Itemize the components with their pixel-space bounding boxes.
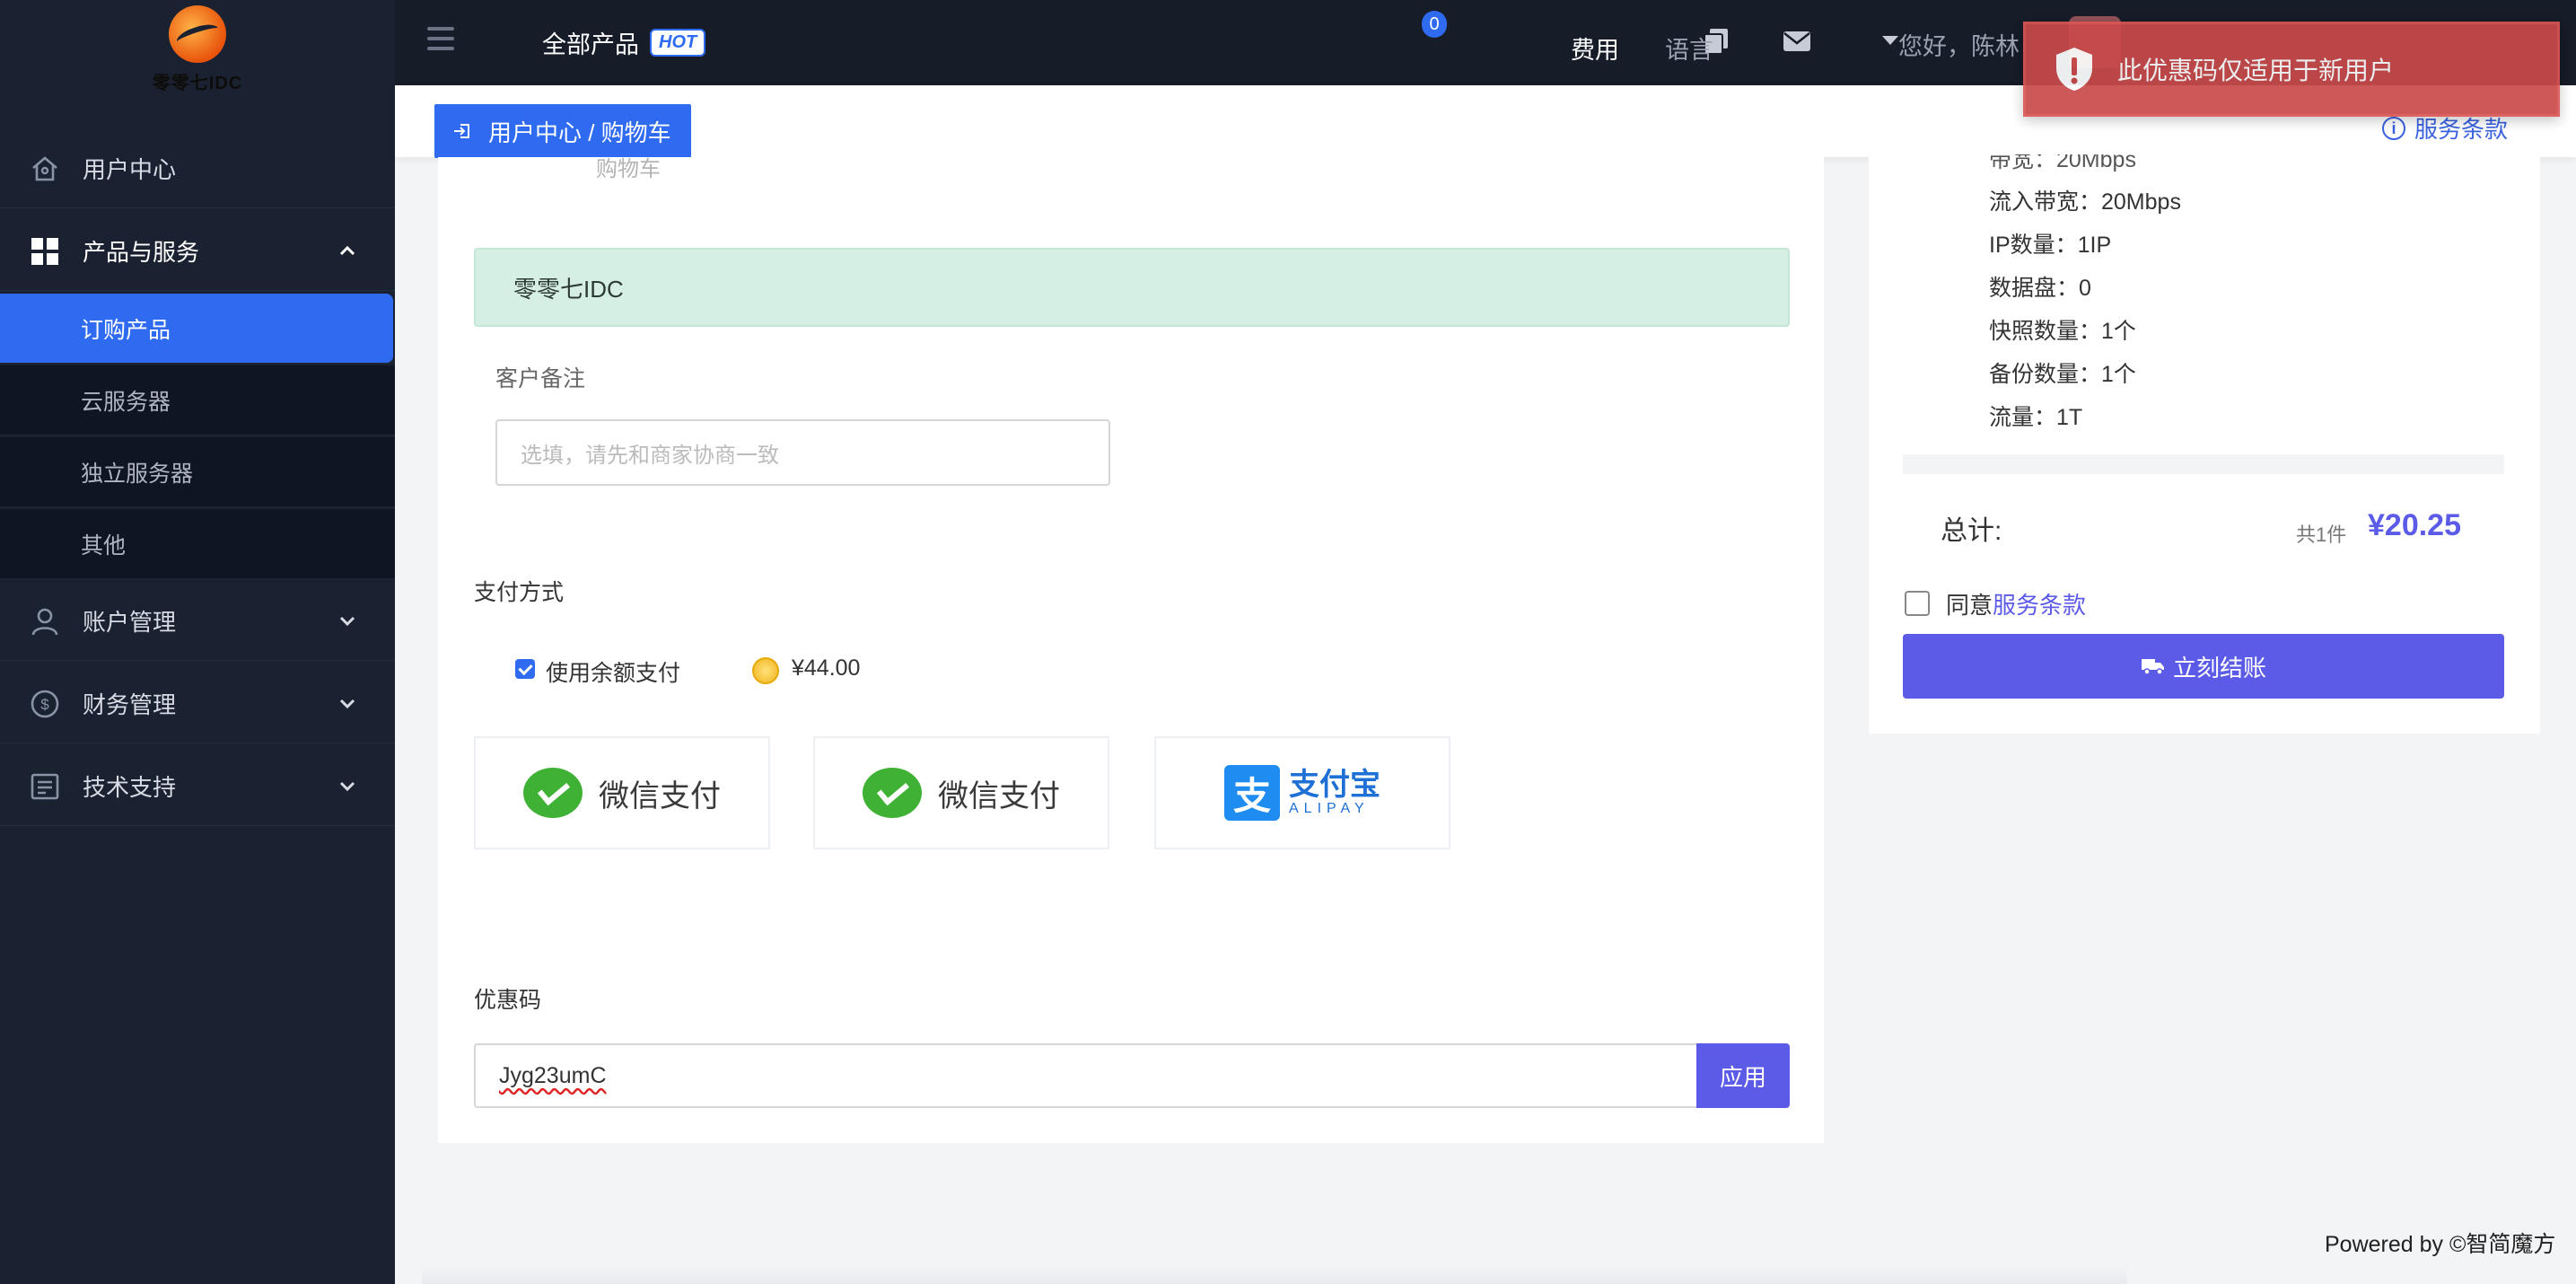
message-count-badge: 0 <box>1422 11 1447 38</box>
use-balance-label: 使用余额支付 <box>546 661 681 686</box>
sidebar-subitem-cloud-server[interactable]: 云服务器 <box>0 365 395 435</box>
agree-terms-checkbox[interactable] <box>1905 591 1930 616</box>
spec-line: 数据盘：0 <box>1989 276 2091 301</box>
dropdown-caret-icon[interactable] <box>1882 36 1898 45</box>
coupon-label: 优惠码 <box>474 988 542 1013</box>
remark-label: 客户备注 <box>495 366 586 391</box>
payment-method-label: 支付方式 <box>474 580 565 605</box>
page-subtitle: 购物车 <box>596 157 661 181</box>
sidebar-item-label: 财务管理 <box>83 691 177 718</box>
truck-icon <box>2141 659 2164 675</box>
wechat-pay-icon <box>863 768 922 818</box>
sidebar-item-user-center[interactable]: 用户中心 <box>0 129 395 208</box>
pay-option-sublabel: ALIPAY <box>1289 801 1370 816</box>
mail-icon[interactable] <box>1781 25 1813 57</box>
svg-text:$: $ <box>40 696 49 713</box>
grid-icon <box>27 233 63 269</box>
sidebar-item-products[interactable]: 产品与服务 <box>0 212 395 291</box>
fee-menu[interactable]: 费用 <box>1571 31 1619 66</box>
pay-option-label: 微信支付 <box>938 778 1060 813</box>
coin-icon <box>752 657 779 684</box>
sidebar-item-finance[interactable]: $ 财务管理 <box>0 664 395 743</box>
checkout-label: 立刻结账 <box>2172 654 2266 682</box>
agree-prefix: 同意 <box>1946 592 1993 619</box>
brand-logo[interactable]: 零零七IDC <box>144 5 251 93</box>
sidebar-item-label: 账户管理 <box>83 609 177 636</box>
sidebar-item-account[interactable]: 账户管理 <box>0 582 395 661</box>
product-notice: 零零七IDC <box>474 248 1790 327</box>
pay-option-label: 支付宝 <box>1289 768 1380 802</box>
all-products-label: 全部产品 <box>542 31 639 58</box>
pay-option-wechat[interactable]: 微信支付 <box>813 736 1109 849</box>
sidebar-subitem-label: 其他 <box>81 532 127 558</box>
total-label: 总计: <box>1941 516 2002 546</box>
pay-option-label: 微信支付 <box>599 778 721 813</box>
apply-coupon-button[interactable]: 应用 <box>1696 1043 1790 1108</box>
wechat-pay-icon <box>523 768 583 818</box>
chevron-up-icon <box>339 245 355 256</box>
sidebar-item-support[interactable]: 技术支持 <box>0 747 395 826</box>
alipay-icon: 支 <box>1224 765 1280 821</box>
sign-in-icon <box>454 124 469 138</box>
spec-line: 流入带宽：20Mbps <box>1989 189 2181 215</box>
all-products-menu[interactable]: 全部产品 HOT <box>542 25 706 60</box>
home-icon <box>27 151 63 187</box>
agree-terms-link[interactable]: 服务条款 <box>1993 592 2086 619</box>
sidebar-subitem-label: 云服务器 <box>81 389 171 415</box>
language-menu[interactable]: 语言 <box>1665 31 1713 66</box>
brand-logo-text: 零零七IDC <box>152 74 243 93</box>
spec-line: 快照数量：1个 <box>1989 319 2136 344</box>
chevron-down-icon <box>339 616 355 627</box>
spec-line: 备份数量：1个 <box>1989 362 2136 387</box>
pay-option-wechat[interactable]: 微信支付 <box>474 736 770 849</box>
use-balance-checkbox[interactable] <box>515 659 535 679</box>
agree-terms: 同意服务条款 <box>1946 587 2086 620</box>
checkout-button[interactable]: 立刻结账 <box>1903 634 2504 699</box>
divider <box>1903 454 2504 474</box>
user-greeting[interactable]: 您好，陈林 <box>1898 27 2020 62</box>
divider <box>422 1266 2127 1284</box>
hot-badge: HOT <box>650 29 706 57</box>
footer-credit: Powered by ©智简魔方 <box>2325 1232 2556 1257</box>
balance-amount: ¥44.00 <box>792 655 861 681</box>
coupon-input[interactable]: Jyg23umC <box>474 1043 1696 1108</box>
error-toast[interactable]: 此优惠码仅适用于新用户 <box>2023 22 2560 117</box>
pay-option-alipay[interactable]: 支 支付宝 ALIPAY <box>1154 736 1450 849</box>
menu-toggle-icon[interactable] <box>427 27 454 56</box>
sidebar-item-label: 用户中心 <box>83 156 177 183</box>
sidebar-subitem-other[interactable]: 其他 <box>0 509 395 579</box>
sidebar-subitem-label: 订购产品 <box>81 317 171 343</box>
spec-line: IP数量：1IP <box>1989 233 2112 258</box>
info-icon: i <box>2382 116 2405 140</box>
shield-alert-icon <box>2056 48 2092 91</box>
toast-message: 此优惠码仅适用于新用户 <box>2117 57 2395 84</box>
breadcrumb-label: 用户中心 / 购物车 <box>488 119 671 146</box>
chevron-down-icon <box>339 699 355 709</box>
spec-line: 流量：1T <box>1989 405 2083 430</box>
remark-input[interactable]: 选填，请先和商家协商一致 <box>495 419 1110 486</box>
dollar-icon: $ <box>27 686 63 722</box>
sidebar-subitem-dedicated-server[interactable]: 独立服务器 <box>0 437 395 507</box>
coupon-value: Jyg23umC <box>499 1062 607 1088</box>
sidebar: 零零七IDC 用户中心 产品与服务 订购产品 云服务器 独立服务器 其他 账户管… <box>0 0 395 1284</box>
total-price: ¥20.25 <box>2368 508 2461 542</box>
sidebar-subitem-order[interactable]: 订购产品 <box>0 294 393 364</box>
sidebar-item-label: 产品与服务 <box>83 239 200 266</box>
chevron-down-icon <box>339 781 355 792</box>
document-icon <box>27 769 63 805</box>
user-icon <box>27 603 63 639</box>
item-count: 共1件 <box>2296 523 2347 546</box>
breadcrumb[interactable]: 用户中心 / 购物车 <box>434 104 691 158</box>
sidebar-item-label: 技术支持 <box>83 774 177 801</box>
sidebar-subitem-label: 独立服务器 <box>81 461 194 487</box>
